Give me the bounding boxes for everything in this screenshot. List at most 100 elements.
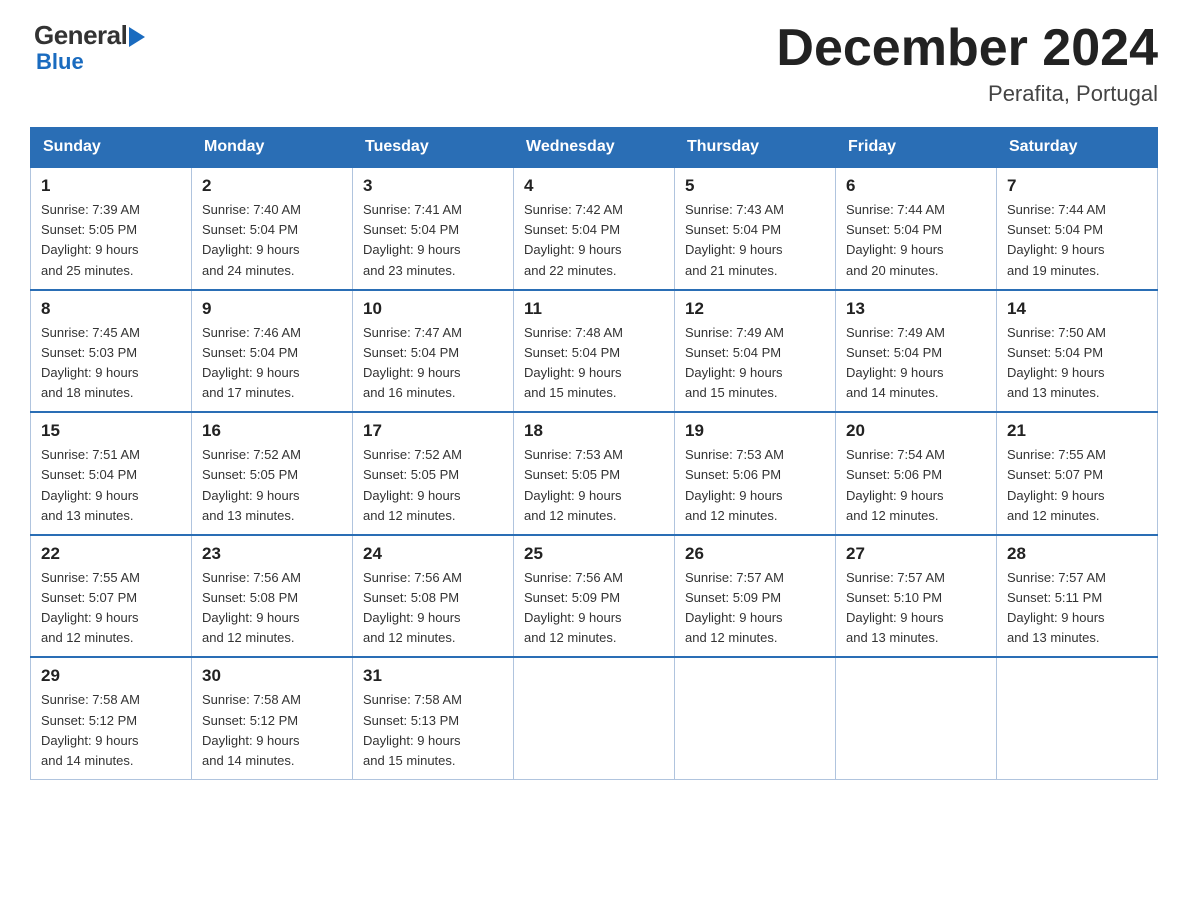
page-header: General Blue December 2024 Perafita, Por… [30,20,1158,107]
calendar-cell: 5 Sunrise: 7:43 AMSunset: 5:04 PMDaylight… [675,167,836,290]
calendar-cell: 20 Sunrise: 7:54 AMSunset: 5:06 PMDayligh… [836,412,997,535]
calendar-cell: 3 Sunrise: 7:41 AMSunset: 5:04 PMDaylight… [353,167,514,290]
day-info: Sunrise: 7:42 AMSunset: 5:04 PMDaylight:… [524,200,664,281]
calendar-cell [836,657,997,779]
calendar-cell: 16Sunrise: 7:52 AMSunset: 5:05 PMDayligh… [192,412,353,535]
weekday-header-tuesday: Tuesday [353,128,514,168]
day-number: 21 [1007,421,1147,441]
calendar-cell: 31 Sunrise: 7:58 AMSunset: 5:13 PMDayligh… [353,657,514,779]
calendar-cell: 4 Sunrise: 7:42 AMSunset: 5:04 PMDaylight… [514,167,675,290]
day-number: 18 [524,421,664,441]
weekday-header-friday: Friday [836,128,997,168]
day-info: Sunrise: 7:57 AMSunset: 5:09 PMDaylight:… [685,568,825,649]
calendar-cell: 1Sunrise: 7:39 AMSunset: 5:05 PMDaylight… [31,167,192,290]
week-row-1: 1Sunrise: 7:39 AMSunset: 5:05 PMDaylight… [31,167,1158,290]
day-info: Sunrise: 7:52 AMSunset: 5:05 PMDaylight:… [363,445,503,526]
day-info: Sunrise: 7:56 AMSunset: 5:09 PMDaylight:… [524,568,664,649]
calendar-cell: 26 Sunrise: 7:57 AMSunset: 5:09 PMDayligh… [675,535,836,658]
day-number: 4 [524,176,664,196]
day-number: 30 [202,666,342,686]
day-info: Sunrise: 7:41 AMSunset: 5:04 PMDaylight:… [363,200,503,281]
day-number: 25 [524,544,664,564]
day-number: 28 [1007,544,1147,564]
calendar-cell: 11 Sunrise: 7:48 AMSunset: 5:04 PMDayligh… [514,290,675,413]
calendar-cell: 6Sunrise: 7:44 AMSunset: 5:04 PMDaylight… [836,167,997,290]
weekday-header-saturday: Saturday [997,128,1158,168]
day-info: Sunrise: 7:58 AMSunset: 5:12 PMDaylight:… [202,690,342,771]
day-number: 31 [363,666,503,686]
day-number: 17 [363,421,503,441]
calendar-cell: 19Sunrise: 7:53 AMSunset: 5:06 PMDayligh… [675,412,836,535]
day-number: 5 [685,176,825,196]
week-row-4: 22 Sunrise: 7:55 AMSunset: 5:07 PMDayligh… [31,535,1158,658]
day-number: 24 [363,544,503,564]
day-info: Sunrise: 7:40 AMSunset: 5:04 PMDaylight:… [202,200,342,281]
day-number: 12 [685,299,825,319]
day-number: 23 [202,544,342,564]
calendar-cell: 15 Sunrise: 7:51 AMSunset: 5:04 PMDayligh… [31,412,192,535]
calendar-cell: 13 Sunrise: 7:49 AMSunset: 5:04 PMDayligh… [836,290,997,413]
calendar-table: SundayMondayTuesdayWednesdayThursdayFrid… [30,127,1158,780]
day-number: 13 [846,299,986,319]
day-info: Sunrise: 7:54 AMSunset: 5:06 PMDaylight:… [846,445,986,526]
day-number: 27 [846,544,986,564]
day-info: Sunrise: 7:44 AMSunset: 5:04 PMDaylight:… [1007,200,1147,281]
day-info: Sunrise: 7:39 AMSunset: 5:05 PMDaylight:… [41,200,181,281]
week-row-3: 15 Sunrise: 7:51 AMSunset: 5:04 PMDayligh… [31,412,1158,535]
calendar-cell: 23Sunrise: 7:56 AMSunset: 5:08 PMDayligh… [192,535,353,658]
calendar-cell: 8 Sunrise: 7:45 AMSunset: 5:03 PMDaylight… [31,290,192,413]
day-number: 6 [846,176,986,196]
day-info: Sunrise: 7:55 AMSunset: 5:07 PMDaylight:… [41,568,181,649]
calendar-cell: 22 Sunrise: 7:55 AMSunset: 5:07 PMDayligh… [31,535,192,658]
month-title: December 2024 [776,20,1158,77]
calendar-cell: 27 Sunrise: 7:57 AMSunset: 5:10 PMDayligh… [836,535,997,658]
day-info: Sunrise: 7:49 AMSunset: 5:04 PMDaylight:… [685,323,825,404]
calendar-cell: 29 Sunrise: 7:58 AMSunset: 5:12 PMDayligh… [31,657,192,779]
day-number: 9 [202,299,342,319]
day-info: Sunrise: 7:46 AMSunset: 5:04 PMDaylight:… [202,323,342,404]
weekday-header-row: SundayMondayTuesdayWednesdayThursdayFrid… [31,128,1158,168]
day-info: Sunrise: 7:45 AMSunset: 5:03 PMDaylight:… [41,323,181,404]
day-number: 8 [41,299,181,319]
day-info: Sunrise: 7:55 AMSunset: 5:07 PMDaylight:… [1007,445,1147,526]
calendar-cell: 28Sunrise: 7:57 AMSunset: 5:11 PMDayligh… [997,535,1158,658]
day-info: Sunrise: 7:48 AMSunset: 5:04 PMDaylight:… [524,323,664,404]
calendar-cell: 10Sunrise: 7:47 AMSunset: 5:04 PMDayligh… [353,290,514,413]
day-info: Sunrise: 7:50 AMSunset: 5:04 PMDaylight:… [1007,323,1147,404]
day-number: 20 [846,421,986,441]
day-info: Sunrise: 7:51 AMSunset: 5:04 PMDaylight:… [41,445,181,526]
day-number: 14 [1007,299,1147,319]
day-info: Sunrise: 7:56 AMSunset: 5:08 PMDaylight:… [363,568,503,649]
calendar-cell [514,657,675,779]
day-info: Sunrise: 7:58 AMSunset: 5:12 PMDaylight:… [41,690,181,771]
day-number: 29 [41,666,181,686]
calendar-cell [675,657,836,779]
logo-blue-text: Blue [34,51,145,73]
day-info: Sunrise: 7:58 AMSunset: 5:13 PMDaylight:… [363,690,503,771]
day-info: Sunrise: 7:49 AMSunset: 5:04 PMDaylight:… [846,323,986,404]
calendar-cell: 30 Sunrise: 7:58 AMSunset: 5:12 PMDayligh… [192,657,353,779]
day-number: 26 [685,544,825,564]
week-row-2: 8 Sunrise: 7:45 AMSunset: 5:03 PMDaylight… [31,290,1158,413]
logo: General Blue [30,20,145,73]
day-number: 16 [202,421,342,441]
calendar-cell: 7Sunrise: 7:44 AMSunset: 5:04 PMDaylight… [997,167,1158,290]
weekday-header-monday: Monday [192,128,353,168]
day-info: Sunrise: 7:43 AMSunset: 5:04 PMDaylight:… [685,200,825,281]
logo-general-text: General [34,20,127,51]
day-number: 11 [524,299,664,319]
logo-arrow-icon [129,27,145,47]
day-number: 19 [685,421,825,441]
calendar-cell: 14 Sunrise: 7:50 AMSunset: 5:04 PMDayligh… [997,290,1158,413]
day-number: 22 [41,544,181,564]
calendar-cell: 21 Sunrise: 7:55 AMSunset: 5:07 PMDayligh… [997,412,1158,535]
calendar-cell: 9 Sunrise: 7:46 AMSunset: 5:04 PMDaylight… [192,290,353,413]
weekday-header-wednesday: Wednesday [514,128,675,168]
calendar-cell: 17 Sunrise: 7:52 AMSunset: 5:05 PMDayligh… [353,412,514,535]
day-info: Sunrise: 7:57 AMSunset: 5:10 PMDaylight:… [846,568,986,649]
calendar-cell: 25 Sunrise: 7:56 AMSunset: 5:09 PMDayligh… [514,535,675,658]
day-number: 15 [41,421,181,441]
title-block: December 2024 Perafita, Portugal [776,20,1158,107]
day-info: Sunrise: 7:53 AMSunset: 5:05 PMDaylight:… [524,445,664,526]
day-number: 3 [363,176,503,196]
